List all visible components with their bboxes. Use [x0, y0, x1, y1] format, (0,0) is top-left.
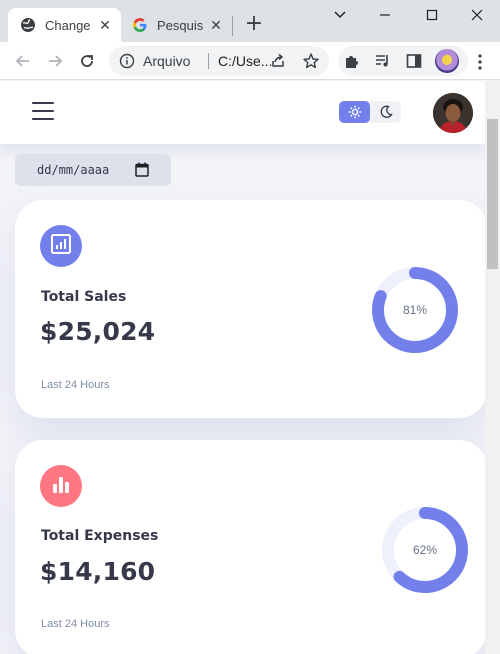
card-period: Last 24 Hours — [41, 618, 110, 630]
profile-avatar-icon[interactable] — [435, 49, 459, 73]
progress-ring: 62% — [379, 504, 471, 596]
date-input[interactable]: dd/mm/aaaa — [15, 154, 171, 186]
progress-percent: 81% — [402, 303, 428, 317]
tab-divider — [232, 16, 233, 36]
card-title: Total Expenses — [41, 528, 159, 544]
back-arrow-icon[interactable] — [12, 50, 34, 72]
globe-icon — [20, 17, 36, 33]
minimize-icon[interactable] — [374, 4, 396, 26]
expenses-card: Total Expenses $14,160 Last 24 Hours 62% — [15, 440, 485, 654]
page-viewport: dd/mm/aaaa Total Sales $25,024 Last 24 H… — [0, 81, 485, 654]
top-nav — [0, 81, 485, 144]
address-url[interactable]: C:/Use... — [218, 53, 272, 69]
new-tab-button[interactable]: + — [243, 13, 265, 36]
close-tab-icon[interactable]: ✕ — [97, 17, 113, 33]
bar-chart-icon — [50, 473, 72, 499]
progress-percent: 62% — [412, 543, 438, 557]
maximize-icon[interactable] — [421, 4, 443, 26]
site-info-icon[interactable] — [119, 53, 135, 69]
progress-ring: 81% — [369, 264, 461, 356]
tab-pesquisa[interactable]: Pesquisa ✕ — [126, 8, 232, 42]
browser-menu-icon[interactable] — [473, 53, 487, 71]
close-tab-icon[interactable]: ✕ — [208, 17, 224, 33]
puzzle-extension-icon[interactable] — [343, 52, 361, 70]
extensions-area — [338, 46, 468, 76]
card-amount: $25,024 — [40, 317, 156, 346]
media-control-icon[interactable] — [374, 52, 392, 70]
sales-card: Total Sales $25,024 Last 24 Hours 81% — [15, 200, 485, 418]
bookmark-star-icon[interactable] — [302, 52, 320, 70]
tab-change[interactable]: Change ✕ — [8, 8, 121, 42]
browser-toolbar: Arquivo C:/Use... — [0, 42, 500, 80]
address-divider — [208, 53, 209, 69]
tab-search-icon[interactable] — [329, 4, 351, 26]
sales-icon-badge — [40, 225, 82, 267]
reload-icon[interactable] — [76, 50, 98, 72]
scrollbar-thumb[interactable] — [487, 119, 498, 269]
menu-icon[interactable] — [32, 102, 54, 120]
user-avatar[interactable] — [433, 93, 473, 133]
page-scrollbar[interactable] — [485, 81, 500, 654]
close-window-icon[interactable] — [466, 4, 488, 26]
card-period: Last 24 Hours — [41, 379, 110, 391]
light-mode-icon[interactable] — [339, 101, 370, 123]
forward-arrow-icon[interactable] — [44, 50, 66, 72]
card-amount: $14,160 — [40, 557, 156, 586]
address-scheme-label: Arquivo — [143, 53, 191, 69]
calendar-icon[interactable] — [135, 162, 149, 177]
google-icon — [132, 17, 148, 33]
share-icon[interactable] — [269, 52, 287, 70]
tab-title: Pesquisa — [157, 17, 203, 33]
address-bar[interactable]: Arquivo C:/Use... — [109, 46, 329, 76]
browser-tab-strip: Change ✕ Pesquisa ✕ + — [0, 0, 500, 42]
date-input-placeholder: dd/mm/aaaa — [37, 163, 110, 177]
analytics-icon — [50, 233, 72, 259]
tab-title: Change — [45, 17, 91, 33]
side-panel-icon[interactable] — [405, 52, 423, 70]
expenses-icon-badge — [40, 465, 82, 507]
theme-toggler[interactable] — [339, 101, 401, 123]
dark-mode-icon[interactable] — [370, 101, 401, 123]
card-title: Total Sales — [41, 289, 127, 305]
